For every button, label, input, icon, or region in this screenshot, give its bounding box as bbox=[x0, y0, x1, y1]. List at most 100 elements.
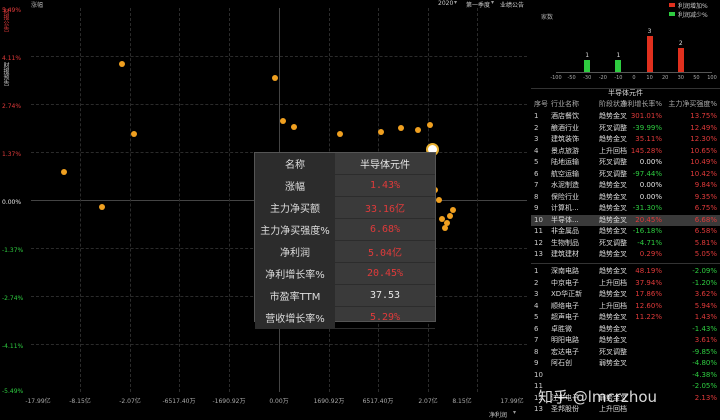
tooltip-value: 5.29% bbox=[369, 312, 401, 323]
row-profit-growth: 48.19% bbox=[635, 267, 662, 275]
scatter-point[interactable] bbox=[435, 197, 442, 203]
row-index: 7 bbox=[534, 336, 539, 344]
scatter-point[interactable] bbox=[450, 207, 457, 214]
row-index: 12 bbox=[534, 238, 543, 247]
table-row[interactable]: 11 非金属品 趋势金叉 -16.18% 6.58% bbox=[531, 226, 720, 237]
histogram-tick-label: 10 bbox=[646, 75, 653, 81]
scatter-point[interactable] bbox=[337, 130, 344, 137]
scatter-point[interactable] bbox=[60, 169, 67, 176]
row-net-buy-strength: 3.61% bbox=[694, 336, 717, 344]
row-status: 趋势金叉 bbox=[599, 192, 627, 201]
row-status: 趋势金叉 bbox=[599, 227, 627, 235]
row-profit-growth: 17.86% bbox=[635, 290, 662, 298]
legend-up-swatch bbox=[669, 3, 675, 7]
histogram-bar[interactable] bbox=[615, 60, 622, 72]
row-index: 2 bbox=[534, 123, 539, 132]
x-tick-label: 17.99亿 bbox=[500, 398, 524, 405]
scatter-point[interactable] bbox=[271, 74, 278, 81]
histogram-bar[interactable] bbox=[677, 48, 684, 72]
row-net-buy-strength: 13.75% bbox=[690, 112, 717, 120]
legend-down-swatch bbox=[669, 12, 675, 16]
column-header[interactable]: 主力净买强度% bbox=[668, 99, 717, 110]
quarter-select-chevron-icon[interactable]: ▾ bbox=[491, 0, 494, 6]
histogram-bar-label: 1 bbox=[616, 52, 621, 59]
tooltip-key: 涨幅 bbox=[255, 175, 335, 196]
scatter-point[interactable] bbox=[397, 125, 404, 132]
row-name: 保险行业 bbox=[551, 192, 579, 201]
x-tick-label: -8.15亿 bbox=[69, 398, 91, 405]
scatter-point[interactable] bbox=[98, 203, 105, 210]
tooltip-value: 5.04亿 bbox=[367, 248, 403, 259]
scatter-point[interactable] bbox=[415, 127, 422, 134]
row-name: XD华正新 bbox=[551, 290, 583, 298]
right-panel: 家数 利润增加% 利润减少% 1132 -100 -50 -30 -20 -10 0 10 2… bbox=[531, 0, 720, 419]
table-row[interactable]: 7 明阳电路 趋势金叉 3.61% bbox=[531, 335, 720, 346]
tooltip-value: 37.53 bbox=[369, 290, 401, 301]
table-row[interactable]: 6 航空运输 死叉调整 -97.44% 10.42% bbox=[531, 169, 720, 180]
scatter-point[interactable] bbox=[279, 118, 286, 125]
scatter-point[interactable] bbox=[290, 123, 297, 130]
x-tick-label: 8.15亿 bbox=[452, 398, 472, 405]
row-name: 酒店餐饮 bbox=[551, 112, 579, 120]
table-row[interactable]: 3 XD华正新 趋势金叉 17.86% 3.62% bbox=[531, 289, 720, 300]
scatter-point[interactable] bbox=[378, 128, 385, 135]
table-row[interactable]: 1 深南电路 趋势金叉 48.19% -2.09% bbox=[531, 266, 720, 277]
x-tick-label: 2.07亿 bbox=[418, 398, 438, 405]
table-row[interactable]: 8 保险行业 趋势金叉 0.00% 9.35% bbox=[531, 192, 720, 203]
row-name: 卓胜微 bbox=[551, 324, 572, 333]
row-profit-growth: 145.28% bbox=[630, 146, 662, 155]
tooltip-key: 净利增长率% bbox=[255, 263, 335, 284]
table-row[interactable]: 13 建筑建材 趋势金叉 0.29% 5.05% bbox=[531, 249, 720, 260]
metric-select-chevron-icon[interactable]: ▾ bbox=[513, 409, 516, 416]
table-row[interactable]: 8 宏达电子 死叉调整 -9.85% bbox=[531, 347, 720, 358]
scatter-point[interactable] bbox=[441, 224, 448, 231]
legend-up-label: 利润增加% bbox=[678, 3, 708, 10]
table-row[interactable]: 10 半导体... 趋势金叉 20.45% 6.68% bbox=[531, 214, 720, 226]
row-index: 8 bbox=[534, 192, 539, 201]
row-net-buy-strength: -2.09% bbox=[692, 267, 717, 275]
scatter-point[interactable] bbox=[118, 60, 125, 67]
tab-report-forecast[interactable]: 财报预告 bbox=[2, 62, 10, 92]
histogram-bar-label: 2 bbox=[678, 40, 683, 47]
scatter-point[interactable] bbox=[426, 121, 433, 128]
table-row[interactable]: 4 顺络电子 上升回档 12.60% 5.94% bbox=[531, 301, 720, 312]
table-row[interactable]: 5 陆地运输 死叉调整 0.00% 10.49% bbox=[531, 157, 720, 168]
row-index: 7 bbox=[534, 181, 539, 189]
table-row[interactable]: 5 超声电子 趋势金叉 11.22% 1.43% bbox=[531, 312, 720, 323]
row-net-buy-strength: -4.38% bbox=[692, 370, 717, 379]
column-header[interactable]: 净利增长率% bbox=[620, 99, 662, 110]
table-row[interactable]: 1 酒店餐饮 趋势金叉 301.01% 13.75% bbox=[531, 111, 720, 122]
tooltip-key: 营收增长率% bbox=[255, 307, 335, 328]
row-name: 水泥制造 bbox=[551, 181, 579, 189]
metric-select[interactable]: 净利润 bbox=[489, 410, 507, 419]
row-status: 趋势金叉 bbox=[599, 112, 627, 120]
scatter-point[interactable] bbox=[446, 212, 453, 219]
row-profit-growth: -31.30% bbox=[632, 204, 662, 212]
row-status: 趋势金叉 bbox=[599, 336, 627, 344]
year-select-chevron-icon[interactable]: ▾ bbox=[454, 0, 457, 6]
table-row[interactable]: 10 -4.38% bbox=[531, 370, 720, 381]
table-row[interactable]: 7 水泥制造 趋势金叉 0.00% 9.84% bbox=[531, 180, 720, 191]
table-row[interactable]: 9 阿石创 弱势金叉 -4.80% bbox=[531, 358, 720, 369]
tooltip-value: 1.43% bbox=[369, 180, 401, 191]
column-header[interactable]: 序号 bbox=[534, 99, 550, 110]
histogram-bar[interactable] bbox=[584, 60, 591, 72]
table-row[interactable]: 4 景点旅游 上升回档 145.28% 10.65% bbox=[531, 146, 720, 157]
table-row[interactable]: 3 建筑装饰 趋势金叉 35.11% 12.30% bbox=[531, 134, 720, 145]
row-index: 6 bbox=[534, 324, 539, 333]
tooltip-row: 净利润 5.04亿 bbox=[255, 241, 435, 263]
year-select[interactable]: 2020 bbox=[438, 0, 453, 7]
row-profit-growth: 35.11% bbox=[635, 135, 662, 143]
table-row[interactable]: 2 酿酒行业 死叉调整 -39.99% 12.49% bbox=[531, 123, 720, 134]
x-tick-label: 0.00万 bbox=[269, 398, 289, 405]
column-header[interactable]: 行业名称 bbox=[551, 99, 579, 110]
table-row[interactable]: 2 中京电子 上升回档 37.94% -1.20% bbox=[531, 278, 720, 289]
table-row[interactable]: 6 卓胜微 趋势金叉 -1.43% bbox=[531, 324, 720, 335]
row-index: 10 bbox=[534, 370, 543, 379]
scatter-point[interactable] bbox=[444, 219, 451, 226]
table-row[interactable]: 9 计算机... 趋势金叉 -31.30% 6.75% bbox=[531, 203, 720, 214]
scatter-point[interactable] bbox=[131, 130, 138, 137]
table-row[interactable]: 12 生物制品 死叉调整 -4.71% 5.81% bbox=[531, 238, 720, 249]
histogram-bar[interactable] bbox=[646, 36, 653, 72]
row-profit-growth: 301.01% bbox=[630, 112, 662, 120]
